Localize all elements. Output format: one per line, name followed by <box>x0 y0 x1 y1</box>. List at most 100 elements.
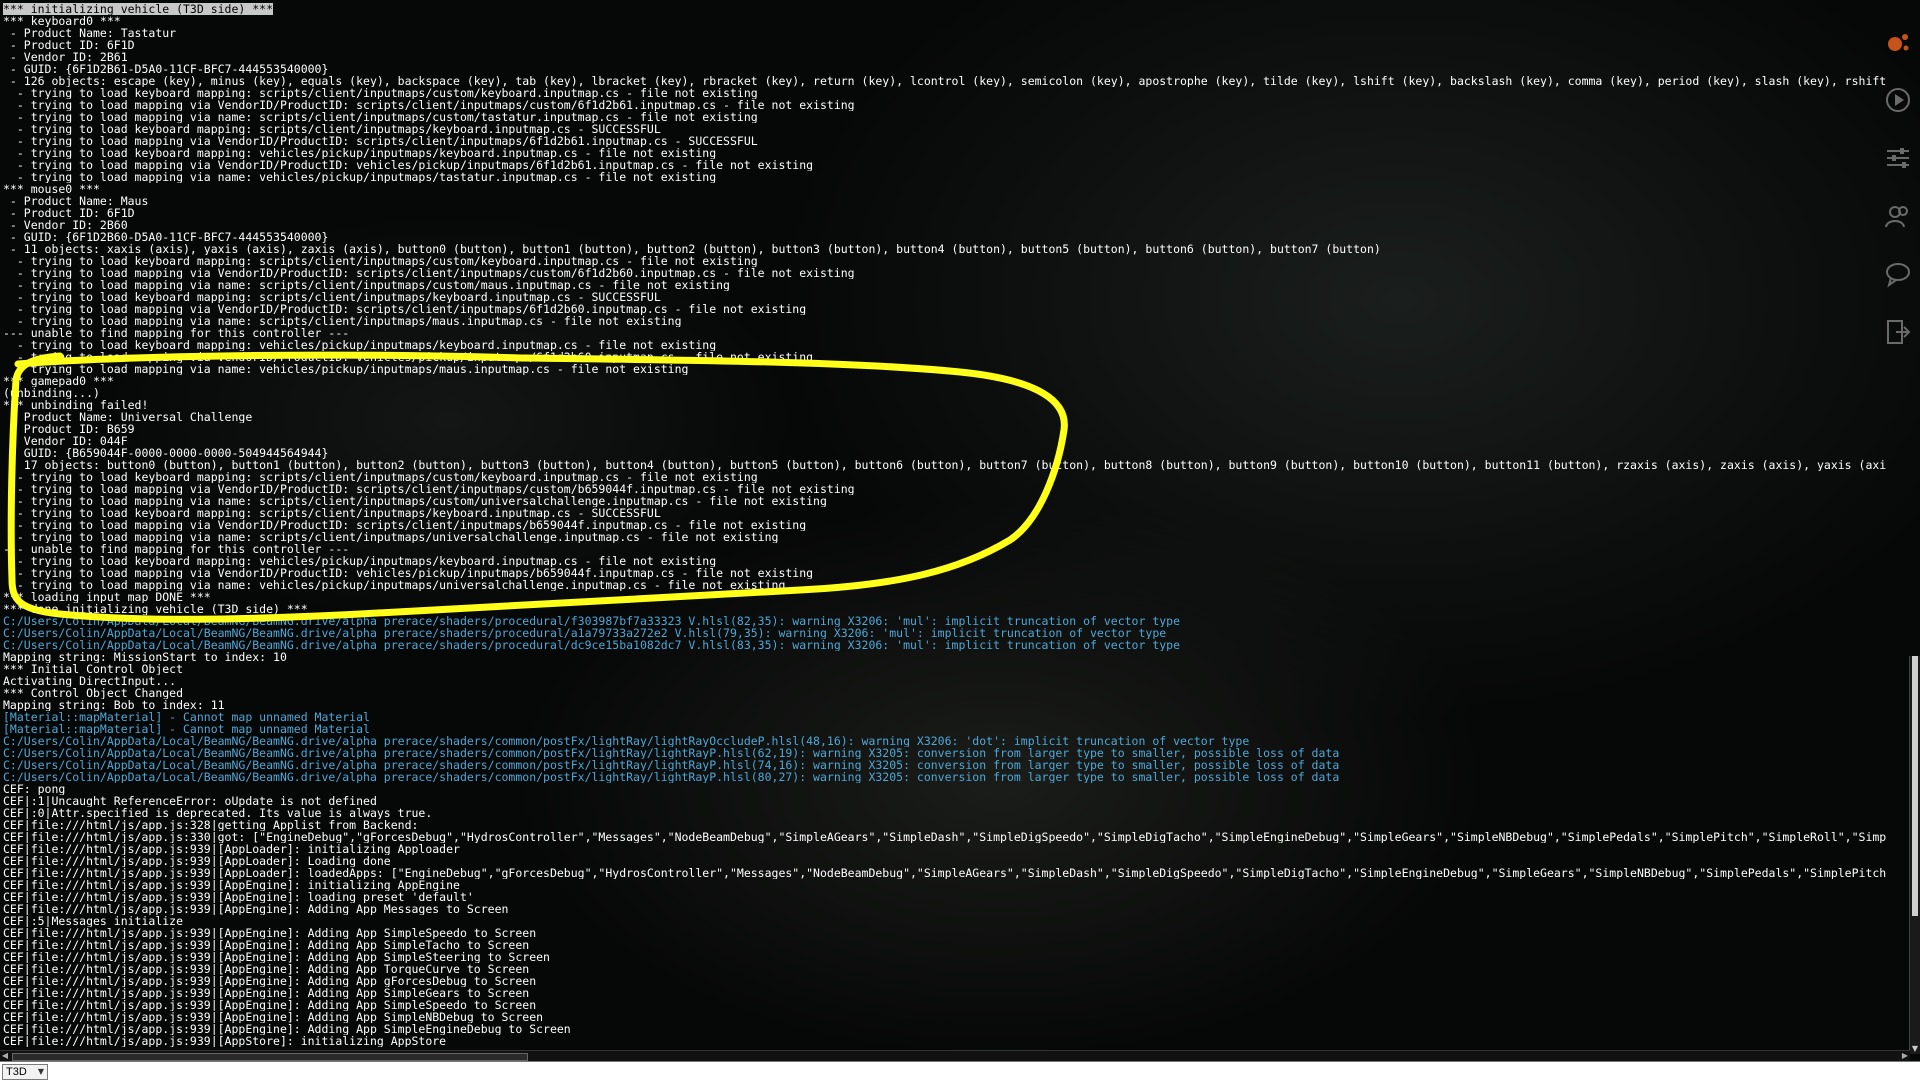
console-line: *** mouse0 *** <box>3 183 100 195</box>
console-line: CEF|:0|Attr.specified is deprecated. Its… <box>3 807 433 819</box>
console-line: CEF|file:///html/js/app.js:939|[AppStore… <box>3 1035 447 1047</box>
console-line: - trying to load mapping via name: scrip… <box>3 111 758 123</box>
scroll-down-arrow-icon[interactable]: ▼ <box>1910 1044 1920 1054</box>
console-line: - GUID: {6F1D2B60-D5A0-11CF-BFC7-4445535… <box>3 231 329 243</box>
horizontal-scroll-thumb[interactable] <box>12 1053 528 1061</box>
console-line: - trying to load mapping via VendorID/Pr… <box>3 135 758 147</box>
console-line: - Product Name: Universal Challenge <box>3 411 253 423</box>
console-line: *** unbinding failed! <box>3 399 149 411</box>
console-line: - trying to load mapping via name: scrip… <box>3 495 827 507</box>
play-icon[interactable] <box>1884 86 1912 114</box>
console-line: *** Initial Control Object <box>3 663 184 675</box>
console-command-input[interactable] <box>52 1063 1920 1080</box>
console-line: - trying to load mapping via name: vehic… <box>3 171 717 183</box>
console-line: - Product ID: B659 <box>3 423 135 435</box>
sliders-icon[interactable] <box>1884 144 1912 172</box>
console-line: C:/Users/Colin/AppData/Local/BeamNG/Beam… <box>3 627 1167 639</box>
console-line: CEF|file:///html/js/app.js:939|[AppEngin… <box>3 891 474 903</box>
console-line: - trying to load keyboard mapping: scrip… <box>3 471 758 483</box>
console-line: [Material::mapMaterial] - Cannot map unn… <box>3 723 370 735</box>
console-line: C:/Users/Colin/AppData/Local/BeamNG/Beam… <box>3 615 1181 627</box>
console-line: C:/Users/Colin/AppData/Local/BeamNG/Beam… <box>3 771 1340 783</box>
console-line: CEF|:1|Uncaught ReferenceError: oUpdate … <box>3 795 377 807</box>
scroll-left-arrow-icon[interactable]: ◀ <box>0 1051 10 1061</box>
console-line: - Vendor ID: 044F <box>3 435 128 447</box>
console-line: C:/Users/Colin/AppData/Local/BeamNG/Beam… <box>3 759 1340 771</box>
console-line: - Vendor ID: 2B61 <box>3 51 128 63</box>
console-line: - GUID: {6F1D2B61-D5A0-11CF-BFC7-4445535… <box>3 63 329 75</box>
console-line: Mapping string: Bob to index: 11 <box>3 699 225 711</box>
console-line: - Product Name: Tastatur <box>3 27 177 39</box>
console-line: CEF|file:///html/js/app.js:939|[AppEngin… <box>3 999 537 1011</box>
console-line: CEF: pong <box>3 783 66 795</box>
console-line: - trying to load keyboard mapping: scrip… <box>3 123 661 135</box>
console-line: --- unable to find mapping for this cont… <box>3 327 350 339</box>
horizontal-scrollbar[interactable]: ◀ ▶ <box>0 1050 1910 1061</box>
console-line: - trying to load mapping via VendorID/Pr… <box>3 483 855 495</box>
console-line: - trying to load mapping via VendorID/Pr… <box>3 159 814 171</box>
console-line: [Material::mapMaterial] - Cannot map unn… <box>3 711 370 723</box>
console-line-first: *** initializing vehicle (T3D side) *** <box>3 3 274 15</box>
console-line: - Product Name: Maus <box>3 195 149 207</box>
console-line: - trying to load keyboard mapping: scrip… <box>3 255 758 267</box>
console-line: - trying to load keyboard mapping: vehic… <box>3 147 717 159</box>
console-line: - trying to load mapping via VendorID/Pr… <box>3 99 855 111</box>
console-line: C:/Users/Colin/AppData/Local/BeamNG/Beam… <box>3 747 1340 759</box>
console-line: CEF|file:///html/js/app.js:939|[AppLoade… <box>3 855 391 867</box>
chat-icon[interactable] <box>1884 260 1912 288</box>
console-line: - Vendor ID: 2B60 <box>3 219 128 231</box>
console-line: CEF|file:///html/js/app.js:939|[AppEngin… <box>3 927 537 939</box>
console-line: CEF|file:///html/js/app.js:939|[AppEngin… <box>3 903 509 915</box>
console-line: CEF|file:///html/js/app.js:939|[AppEngin… <box>3 1011 544 1023</box>
console-log[interactable]: *** initializing vehicle (T3D side) *** *… <box>3 3 1903 1047</box>
console-line: - trying to load mapping via name: scrip… <box>3 315 682 327</box>
console-line: *** loading input map DONE *** <box>3 591 211 603</box>
console-line: *** Control Object Changed <box>3 687 184 699</box>
console-line: - trying to load mapping via name: scrip… <box>3 531 779 543</box>
console-line: - 17 objects: button0 (button), button1 … <box>3 459 1887 471</box>
console-line: - trying to load mapping via VendorID/Pr… <box>3 519 807 531</box>
console-line: - trying to load mapping via name: vehic… <box>3 363 689 375</box>
console-line: - trying to load mapping via VendorID/Pr… <box>3 567 814 579</box>
console-line: - trying to load keyboard mapping: scrip… <box>3 507 661 519</box>
console-line: - 126 objects: escape (key), minus (key)… <box>3 75 1887 87</box>
console-line: - 11 objects: xaxis (axis), yaxis (axis)… <box>3 243 1381 255</box>
console-line: - trying to load mapping via VendorID/Pr… <box>3 351 814 363</box>
console-line: - Product ID: 6F1D <box>3 207 135 219</box>
console-line: *** done initializing vehicle (T3D side)… <box>3 603 308 615</box>
console-context-select[interactable]: T3D ▼ <box>2 1063 48 1080</box>
console-line: CEF|file:///html/js/app.js:939|[AppEngin… <box>3 951 550 963</box>
console-line: CEF|file:///html/js/app.js:939|[AppEngin… <box>3 963 530 975</box>
right-toolbar <box>1878 28 1918 376</box>
console-line: - trying to load mapping via name: vehic… <box>3 579 786 591</box>
console-line: *** initializing vehicle (T3D side) *** <box>3 3 1903 15</box>
console-line: CEF|file:///html/js/app.js:328|getting A… <box>3 819 419 831</box>
console-line: CEF|file:///html/js/app.js:330|got: ["En… <box>3 831 1887 843</box>
logo-icon <box>1884 28 1912 56</box>
vertical-scroll-thumb[interactable] <box>1912 656 1918 916</box>
console-line: Activating DirectInput... <box>3 675 177 687</box>
chevron-down-icon[interactable]: ▼ <box>38 1067 44 1076</box>
console-line: CEF|file:///html/js/app.js:939|[AppLoade… <box>3 843 460 855</box>
console-line: CEF|file:///html/js/app.js:939|[AppEngin… <box>3 939 530 951</box>
console-line: *** gamepad0 *** <box>3 375 114 387</box>
console-line: - trying to load mapping via name: scrip… <box>3 279 730 291</box>
console-line: --- unable to find mapping for this cont… <box>3 543 350 555</box>
console-line: - GUID: {B659044F-0000-0000-0000-5049445… <box>3 447 329 459</box>
users-icon[interactable] <box>1884 202 1912 230</box>
console-line: - trying to load keyboard mapping: vehic… <box>3 555 717 567</box>
console-input-bar: T3D ▼ <box>0 1061 1920 1080</box>
exit-icon[interactable] <box>1884 318 1912 346</box>
console-line: - trying to load mapping via VendorID/Pr… <box>3 267 855 279</box>
console-line: - Product ID: 6F1D <box>3 39 135 51</box>
game-screen: *** initializing vehicle (T3D side) *** *… <box>0 0 1920 1080</box>
console-line: (unbinding...) <box>3 387 100 399</box>
console-line: Mapping string: MissionStart to index: 1… <box>3 651 287 663</box>
console-line: - trying to load mapping via VendorID/Pr… <box>3 303 807 315</box>
vertical-scrollbar[interactable]: ▼ <box>1909 656 1920 1054</box>
console-line: CEF|file:///html/js/app.js:939|[AppEngin… <box>3 1023 571 1035</box>
console-line: CEF|file:///html/js/app.js:939|[AppEngin… <box>3 975 537 987</box>
console-line: C:/Users/Colin/AppData/Local/BeamNG/Beam… <box>3 639 1181 651</box>
console-line: CEF|file:///html/js/app.js:939|[AppLoade… <box>3 867 1887 879</box>
scroll-right-arrow-icon[interactable]: ▶ <box>1900 1051 1910 1061</box>
